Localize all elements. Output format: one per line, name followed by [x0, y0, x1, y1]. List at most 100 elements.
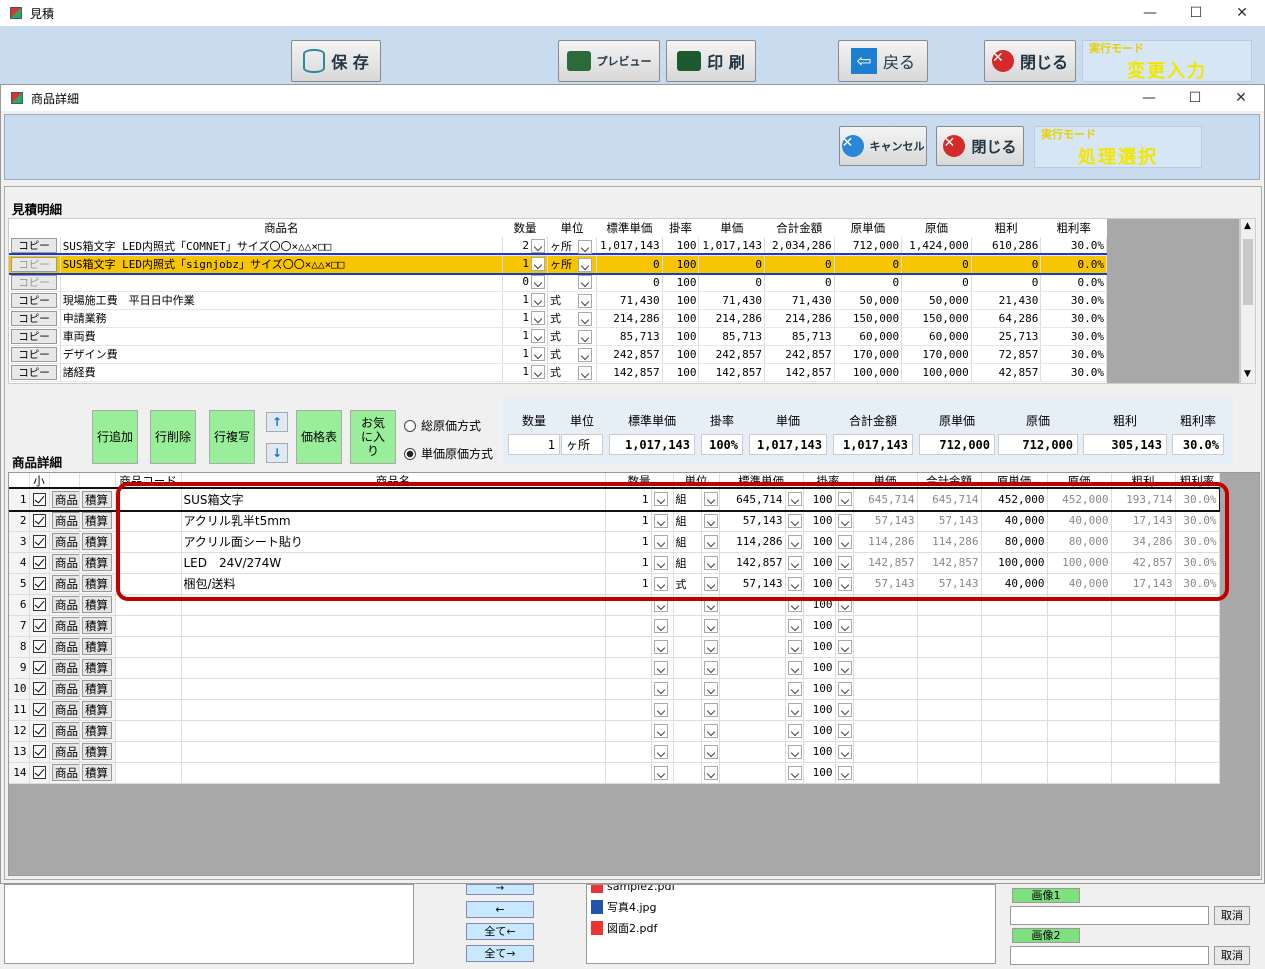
- copy-button[interactable]: コピー: [11, 292, 57, 308]
- checkbox-checked-icon[interactable]: [32, 682, 46, 696]
- estimate-price-cell[interactable]: 242,857: [698, 345, 765, 364]
- copy-button[interactable]: コピー: [11, 346, 57, 362]
- file-item[interactable]: 写真4.jpg: [591, 899, 657, 915]
- item-button[interactable]: 商品: [51, 722, 78, 739]
- checkbox-checked-icon[interactable]: [32, 514, 46, 528]
- estimate-rate-cell[interactable]: 100: [662, 237, 700, 256]
- std-price-dropdown-cell[interactable]: [785, 720, 804, 742]
- estimate-total-cell[interactable]: 2,034,286: [764, 237, 835, 256]
- estimate-std-price-cell[interactable]: 0: [596, 273, 663, 292]
- chevron-down-icon[interactable]: [653, 660, 668, 675]
- chevron-down-icon[interactable]: [530, 257, 545, 271]
- estimate-cost-cell[interactable]: 1,424,000: [901, 237, 972, 256]
- estimate-cost-unit-cell[interactable]: 100,000: [834, 363, 903, 382]
- dialog-close-button[interactable]: ✕ 閉じる: [936, 126, 1024, 166]
- back-button[interactable]: ⇦ 戻る: [838, 40, 928, 82]
- chevron-down-icon[interactable]: [653, 618, 668, 633]
- estimate-unit-cell[interactable]: ヶ所: [547, 237, 598, 256]
- std-price-dropdown-cell[interactable]: [785, 657, 804, 679]
- scroll-down-icon[interactable]: ▼: [1244, 369, 1251, 379]
- chevron-down-icon[interactable]: [703, 723, 718, 738]
- qty-cell[interactable]: [605, 720, 652, 742]
- dialog-close-icon[interactable]: ✕: [1218, 85, 1264, 111]
- estimate-cost-cell[interactable]: 150,000: [901, 309, 972, 328]
- rate-cell[interactable]: 100: [803, 741, 836, 763]
- estimate-name-cell[interactable]: 現場施工費 平日日中作業: [60, 291, 503, 310]
- chevron-down-icon[interactable]: [653, 639, 668, 654]
- price-table-button[interactable]: 価格表: [296, 410, 342, 464]
- estimate-row[interactable]: コピー 0 0 100 0 0 0 0 0 0.0%: [9, 273, 1107, 292]
- favorite-button[interactable]: お気に入り: [350, 410, 396, 464]
- std-price-cell[interactable]: [719, 636, 786, 658]
- small-check-cell[interactable]: [29, 594, 50, 616]
- checkbox-checked-icon[interactable]: [32, 661, 46, 675]
- estimate-profit-rate-cell[interactable]: 30.0%: [1040, 237, 1107, 256]
- cost-unit-cell[interactable]: [981, 762, 1048, 784]
- file-list[interactable]: sample2.pdf 写真4.jpg 図面2.pdf: [586, 884, 996, 964]
- estimate-total-cell[interactable]: 242,857: [764, 345, 835, 364]
- chevron-down-icon[interactable]: [577, 294, 592, 308]
- scroll-up-icon[interactable]: ▲: [1244, 221, 1251, 231]
- copy-button[interactable]: コピー: [11, 274, 57, 290]
- estimate-profit-rate-cell[interactable]: 0.0%: [1040, 273, 1107, 292]
- item-button[interactable]: 商品: [51, 533, 78, 550]
- copy-button[interactable]: コピー: [11, 310, 57, 326]
- estimate-rate-cell[interactable]: 100: [662, 327, 700, 346]
- calc-button[interactable]: 積算: [81, 617, 112, 634]
- unit-cell[interactable]: [673, 636, 702, 658]
- chevron-down-icon[interactable]: [703, 639, 718, 654]
- add-row-button[interactable]: 行追加: [92, 410, 138, 464]
- maximize-icon[interactable]: ☐: [1173, 0, 1219, 26]
- estimate-scrollbar[interactable]: ▲ ▼: [1240, 218, 1256, 384]
- product-name-cell[interactable]: [181, 615, 606, 637]
- estimate-std-price-cell[interactable]: 142,857: [596, 363, 663, 382]
- cost-unit-cell[interactable]: [981, 720, 1048, 742]
- calc-button[interactable]: 積算: [81, 638, 112, 655]
- estimate-rate-cell[interactable]: 100: [662, 363, 700, 382]
- checkbox-checked-icon[interactable]: [32, 766, 46, 780]
- cost-unit-cell[interactable]: [981, 657, 1048, 679]
- checkbox-checked-icon[interactable]: [32, 493, 46, 506]
- estimate-cost-cell[interactable]: 60,000: [901, 327, 972, 346]
- estimate-name-cell[interactable]: SUS箱文字 LED内照式「signjobz」サイズ〇〇×△△×□□: [60, 255, 503, 274]
- estimate-qty-cell[interactable]: 2: [502, 237, 548, 256]
- estimate-unit-cell[interactable]: [547, 273, 598, 292]
- qty-dropdown-cell[interactable]: [651, 636, 674, 658]
- small-check-cell[interactable]: [29, 657, 50, 679]
- estimate-rate-cell[interactable]: 100: [662, 345, 700, 364]
- checkbox-checked-icon[interactable]: [32, 598, 46, 612]
- unit-cell[interactable]: [673, 699, 702, 721]
- std-price-dropdown-cell[interactable]: [785, 762, 804, 784]
- rate-dropdown-cell[interactable]: [835, 699, 854, 721]
- chevron-down-icon[interactable]: [577, 258, 592, 272]
- chevron-down-icon[interactable]: [577, 312, 592, 326]
- estimate-std-price-cell[interactable]: 71,430: [596, 291, 663, 310]
- chevron-down-icon[interactable]: [837, 765, 852, 780]
- estimate-cost-cell[interactable]: 0: [901, 255, 972, 274]
- image2-cancel-button[interactable]: 取消: [1214, 946, 1250, 965]
- estimate-price-cell[interactable]: 214,286: [698, 309, 765, 328]
- small-check-cell[interactable]: [29, 573, 50, 595]
- image2-field[interactable]: [1010, 946, 1209, 965]
- move-up-button[interactable]: ↑: [266, 412, 288, 432]
- chevron-down-icon[interactable]: [837, 660, 852, 675]
- estimate-total-cell[interactable]: 0: [764, 273, 835, 292]
- move-left-button[interactable]: ←: [466, 901, 534, 918]
- qty-cell[interactable]: [605, 741, 652, 763]
- qty-dropdown-cell[interactable]: [651, 615, 674, 637]
- estimate-unit-cell[interactable]: ヶ所: [547, 255, 598, 274]
- rate-cell[interactable]: 100: [803, 720, 836, 742]
- estimate-row[interactable]: コピー 現場施工費 平日日中作業 1 式 71,430 100 71,430 71,430 50…: [9, 291, 1107, 310]
- unit-dropdown-cell[interactable]: [701, 678, 720, 700]
- product-name-cell[interactable]: [181, 762, 606, 784]
- chevron-down-icon[interactable]: [653, 702, 668, 717]
- small-check-cell[interactable]: [29, 720, 50, 742]
- summary-value-qty[interactable]: 1: [508, 434, 560, 455]
- chevron-down-icon[interactable]: [703, 702, 718, 717]
- calc-button[interactable]: 積算: [81, 659, 112, 676]
- item-button[interactable]: 商品: [51, 743, 78, 760]
- chevron-down-icon[interactable]: [530, 347, 545, 361]
- minimize-icon[interactable]: —: [1127, 0, 1173, 26]
- estimate-name-cell[interactable]: 車両費: [60, 327, 503, 346]
- chevron-down-icon[interactable]: [703, 660, 718, 675]
